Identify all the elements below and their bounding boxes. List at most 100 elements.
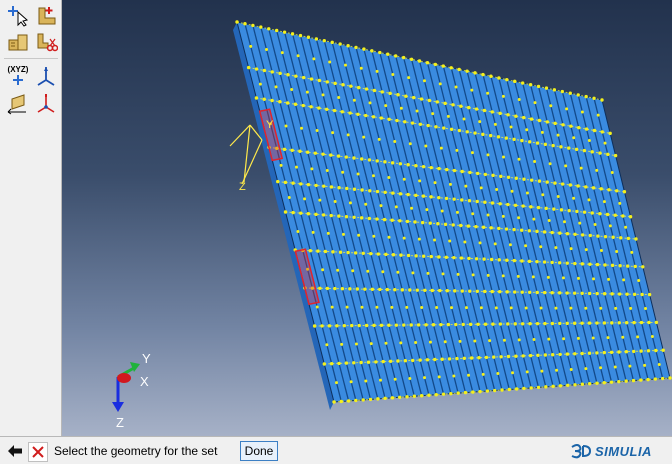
node-point <box>359 216 364 220</box>
node-point <box>520 259 524 263</box>
node-point <box>609 350 614 354</box>
node-point <box>316 249 320 253</box>
node-point <box>349 380 353 384</box>
node-point <box>522 177 526 181</box>
node-point <box>440 357 444 361</box>
datum-axis-icon[interactable] <box>33 64 59 88</box>
node-point <box>341 232 345 236</box>
node-point <box>318 286 322 290</box>
node-point <box>599 366 603 370</box>
node-point <box>410 121 415 125</box>
node-point <box>610 321 614 325</box>
node-point <box>379 323 384 327</box>
node-point <box>420 220 425 225</box>
node-point <box>434 392 438 397</box>
node-point <box>326 231 330 235</box>
node-point <box>346 44 350 48</box>
node-point <box>381 359 385 364</box>
node-point <box>584 306 588 310</box>
node-point <box>465 130 469 134</box>
part-model[interactable]: Y Z Y X Z <box>62 0 672 436</box>
datum-point-icon[interactable]: (XYZ) <box>5 64 31 88</box>
node-point <box>437 166 441 171</box>
node-point <box>364 113 368 118</box>
node-point <box>254 96 259 100</box>
node-point <box>614 306 618 310</box>
node-point <box>448 182 452 186</box>
node-point <box>376 252 381 256</box>
node-point <box>521 204 525 208</box>
node-point <box>509 125 513 129</box>
node-point <box>615 189 619 193</box>
node-point <box>325 80 329 84</box>
node-point <box>483 322 488 326</box>
node-point <box>517 157 521 161</box>
node-point <box>535 141 540 145</box>
node-point <box>576 184 580 188</box>
node-point <box>569 247 573 251</box>
node-point <box>405 305 409 309</box>
node-point <box>470 151 474 155</box>
node-point <box>387 175 391 179</box>
node-point <box>499 355 503 359</box>
node-point <box>333 286 337 291</box>
node-point <box>445 167 449 172</box>
cancel-icon[interactable] <box>28 442 48 462</box>
node-point <box>414 254 418 258</box>
node-point <box>433 181 437 185</box>
done-button[interactable]: Done <box>240 441 278 461</box>
node-point <box>525 128 529 132</box>
node-point <box>450 306 454 310</box>
node-point <box>544 206 548 211</box>
node-point <box>535 321 540 326</box>
node-point <box>481 372 485 376</box>
node-point <box>565 321 569 326</box>
node-point <box>378 287 382 292</box>
node-point <box>467 256 471 261</box>
node-point <box>507 387 512 392</box>
datum-plane-icon[interactable] <box>5 92 31 116</box>
datum-csys-icon[interactable] <box>33 92 59 116</box>
node-point <box>286 73 290 77</box>
node-point <box>482 108 487 113</box>
node-point <box>595 291 599 296</box>
node-point <box>425 60 430 65</box>
node-point <box>560 89 565 94</box>
node-point <box>622 278 626 282</box>
node-point <box>308 249 313 253</box>
node-point <box>254 67 259 71</box>
node-point <box>433 238 437 242</box>
node-point <box>411 358 415 363</box>
part-manager-icon[interactable] <box>5 30 31 54</box>
node-point <box>434 125 438 129</box>
node-point <box>454 322 458 327</box>
node-point <box>402 177 406 181</box>
query-icon[interactable] <box>5 4 31 28</box>
back-arrow-icon[interactable] <box>6 442 24 460</box>
cut-part-icon[interactable] <box>33 30 59 54</box>
node-point <box>383 190 387 195</box>
node-point <box>419 394 424 398</box>
node-point <box>580 382 585 386</box>
node-point <box>639 349 643 353</box>
node-point <box>603 263 607 267</box>
node-point <box>550 260 554 265</box>
node-point <box>558 231 562 235</box>
node-point <box>511 371 515 375</box>
node-point <box>613 365 617 369</box>
node-point <box>262 97 266 101</box>
node-point <box>437 255 441 259</box>
node-point <box>284 124 288 128</box>
node-point <box>387 117 391 121</box>
viewport[interactable]: Y Z Y X Z <box>62 0 672 436</box>
node-point <box>584 127 589 131</box>
node-point <box>668 376 672 380</box>
create-part-icon[interactable] <box>33 4 59 28</box>
node-point <box>602 380 606 385</box>
node-point <box>587 291 592 296</box>
node-point <box>364 87 369 91</box>
node-point <box>468 322 473 327</box>
node-point <box>549 104 553 108</box>
node-point <box>309 77 314 81</box>
node-point <box>369 342 373 346</box>
